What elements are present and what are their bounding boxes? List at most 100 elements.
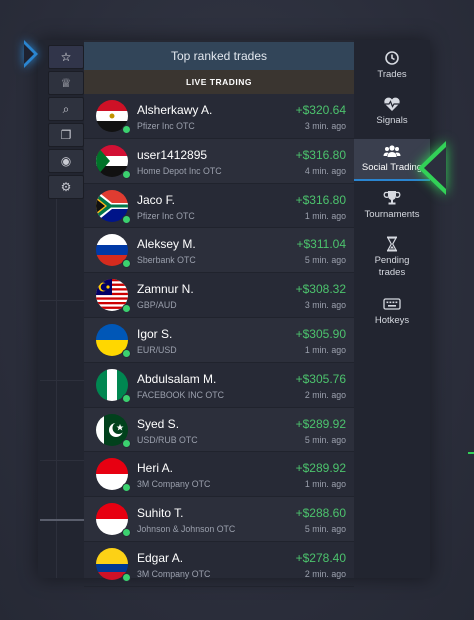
trade-time: 4 min. ago: [304, 165, 346, 176]
asset-name: EUR/USD: [137, 344, 177, 355]
profit-amount: +$305.90: [295, 326, 346, 341]
trade-time: 5 min. ago: [304, 255, 346, 266]
eye-icon[interactable]: ◉: [48, 149, 84, 173]
trade-row[interactable]: Heri A. 3M Company OTC +$289.92 1 min. a…: [84, 452, 354, 498]
profit-amount: +$311.04: [296, 237, 347, 252]
trophy-icon: [383, 191, 401, 205]
trade-time: 3 min. ago: [304, 300, 346, 311]
nav-label: Hotkeys: [374, 315, 410, 326]
search-icon[interactable]: ⌕: [48, 97, 84, 121]
trader-name: user1412895: [137, 147, 208, 162]
trade-time: 2 min. ago: [304, 568, 346, 579]
asset-name: GBP/AUD: [137, 300, 177, 311]
chart-grid-line: [40, 380, 84, 381]
trade-row[interactable]: Edgar A. 3M Company OTC +$278.40 2 min. …: [84, 542, 354, 587]
profit-amount: +$316.80: [295, 147, 346, 162]
copy-icon[interactable]: ❐: [48, 123, 84, 147]
online-indicator: [122, 348, 131, 358]
nav-label: Tournaments: [364, 209, 420, 220]
trade-row[interactable]: user1412895 Home Depot Inc OTC +$316.80 …: [84, 138, 354, 184]
trade-row[interactable]: Jaco F. Pfizer Inc OTC +$316.80 1 min. a…: [84, 184, 354, 229]
online-indicator: [122, 483, 131, 493]
trades-list: Alsherkawy A. Pfizer Inc OTC +$320.64 3 …: [84, 94, 354, 587]
trader-name: Suhito T.: [137, 506, 184, 521]
asset-name: 3M Company OTC: [137, 568, 211, 579]
nav-label: Signals: [376, 115, 408, 126]
history-icon: [385, 51, 399, 65]
nav-label: Social Trading: [361, 162, 423, 173]
profit-amount: +$289.92: [295, 461, 346, 476]
asset-name: Sberbank OTC: [137, 255, 196, 266]
asset-name: FACEBOOK INC OTC: [137, 389, 225, 400]
trader-name: Syed S.: [137, 416, 180, 431]
profit-amount: +$308.32: [295, 282, 346, 297]
live-trading-label: LIVE TRADING: [84, 70, 354, 94]
highlight-arrow-right-inner: [424, 147, 446, 189]
online-indicator: [122, 125, 131, 134]
heartbeat-icon: [384, 97, 400, 111]
trader-name: Igor S.: [137, 326, 173, 341]
trade-time: 3 min. ago: [304, 121, 346, 131]
profit-amount: +$305.76: [295, 371, 346, 386]
chart-grid-line: [40, 460, 84, 461]
trade-time: 5 min. ago: [304, 524, 346, 535]
online-indicator: [122, 528, 131, 538]
nav-label: Trades: [377, 69, 407, 80]
trade-row[interactable]: Syed S. USD/RUB OTC +$289.92 5 min. ago: [84, 407, 354, 453]
highlight-arrow-left-inner: [24, 44, 34, 64]
profit-amount: +$289.92: [295, 416, 346, 431]
trophy-icon[interactable]: ♕: [48, 71, 84, 95]
trader-name: Alsherkawy A.: [137, 103, 213, 117]
chart-grid-line: [40, 300, 84, 301]
trader-name: Heri A.: [137, 461, 174, 476]
asset-name: Home Depot Inc OTC: [137, 165, 222, 176]
profit-amount: +$288.60: [295, 506, 346, 521]
star-icon[interactable]: ☆: [48, 45, 84, 69]
online-indicator: [122, 393, 131, 403]
trade-row[interactable]: Aleksey M. Sberbank OTC +$311.04 5 min. …: [84, 228, 354, 274]
trade-row[interactable]: Alsherkawy A. Pfizer Inc OTC +$320.64 3 …: [84, 94, 354, 139]
online-indicator: [122, 572, 131, 582]
trader-name: Edgar A.: [137, 550, 184, 565]
hourglass-icon: [386, 236, 398, 252]
trade-time: 1 min. ago: [304, 344, 346, 355]
asset-name: USD/RUB OTC: [137, 434, 198, 445]
asset-name: Johnson & Johnson OTC: [137, 524, 236, 535]
online-indicator: [122, 214, 131, 224]
gear-icon[interactable]: ⚙: [48, 175, 84, 199]
top-trades-panel: Top ranked trades LIVE TRADING Alsherkaw…: [84, 42, 354, 587]
nav-hotkeys[interactable]: Hotkeys: [354, 296, 430, 332]
chart-scrollbar[interactable]: [40, 519, 84, 521]
trade-row[interactable]: Suhito T. Johnson & Johnson OTC +$288.60…: [84, 497, 354, 542]
online-indicator: [122, 169, 131, 179]
nav-pending-trades[interactable]: Pending trades: [354, 236, 430, 284]
trade-time: 5 min. ago: [304, 434, 346, 445]
profit-amount: +$278.40: [295, 550, 346, 565]
asset-name: Pfizer Inc OTC: [137, 210, 195, 221]
trade-time: 1 min. ago: [304, 210, 346, 221]
trade-row[interactable]: Zamnur N. GBP/AUD +$308.32 3 min. ago: [84, 273, 354, 318]
profit-amount: +$320.64: [295, 103, 346, 117]
trader-name: Jaco F.: [137, 192, 176, 207]
trader-name: Abdulsalam M.: [137, 371, 217, 386]
trade-row[interactable]: Abdulsalam M. FACEBOOK INC OTC +$305.76 …: [84, 363, 354, 408]
nav-trades[interactable]: Trades: [354, 50, 430, 86]
online-indicator: [122, 259, 131, 269]
online-indicator: [122, 304, 131, 314]
users-icon: [383, 145, 401, 157]
trade-time: 2 min. ago: [304, 389, 346, 400]
edge-accent: [468, 452, 474, 454]
trade-row[interactable]: Igor S. EUR/USD +$305.90 1 min. ago: [84, 317, 354, 363]
trade-time: 1 min. ago: [304, 479, 346, 490]
online-indicator: [122, 438, 131, 448]
nav-tournaments[interactable]: Tournaments: [354, 190, 430, 226]
keyboard-icon: [383, 298, 401, 310]
asset-name: 3M Company OTC: [137, 479, 211, 490]
panel-title: Top ranked trades: [84, 42, 354, 70]
trader-name: Zamnur N.: [137, 282, 194, 297]
nav-signals[interactable]: Signals: [354, 96, 430, 132]
nav-label: Pending trades: [374, 255, 410, 278]
trader-name: Aleksey M.: [137, 237, 196, 252]
asset-name: Pfizer Inc OTC: [137, 121, 195, 131]
profit-amount: +$316.80: [295, 192, 346, 207]
